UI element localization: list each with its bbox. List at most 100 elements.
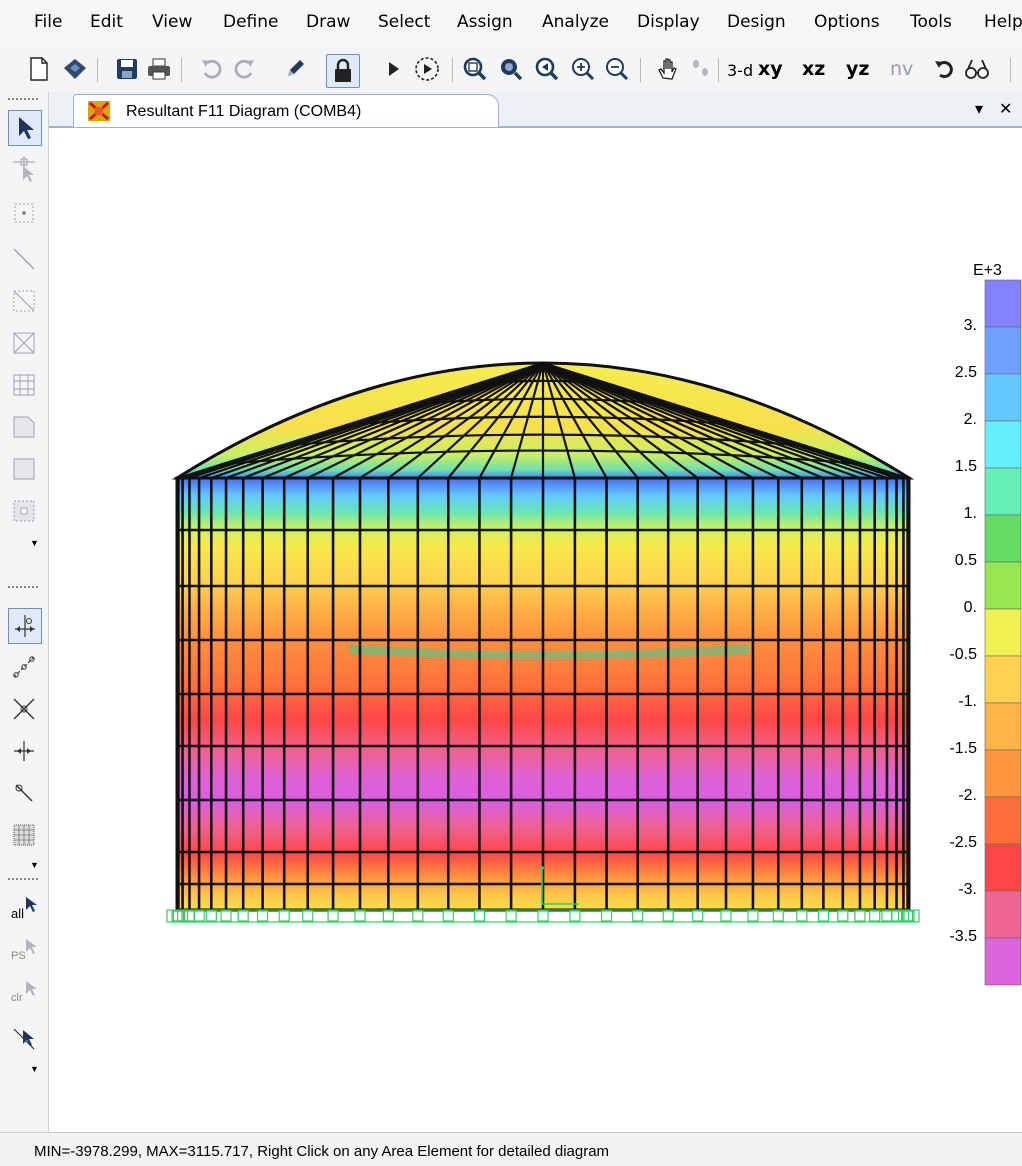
open-file-icon	[64, 59, 86, 79]
menu-select[interactable]: Select	[378, 12, 430, 32]
chevron-down-icon[interactable]: ▼	[30, 1064, 39, 1074]
view-nv-button[interactable]: nv	[890, 58, 913, 80]
diagram-window-icon	[88, 101, 110, 121]
snap-line-icon	[13, 656, 35, 678]
line-select-icon	[13, 1028, 35, 1050]
menu-view[interactable]: View	[152, 12, 192, 32]
chevron-down-icon[interactable]: ▼	[30, 538, 39, 548]
legend-label: -0.5	[949, 646, 977, 663]
new-file-icon	[30, 57, 48, 81]
view-xy-button[interactable]: xy	[758, 58, 783, 80]
open-button[interactable]	[60, 54, 90, 84]
view-3d-button[interactable]: 3-d	[727, 61, 753, 80]
menu-options[interactable]: Options	[814, 12, 880, 32]
draw-button[interactable]	[280, 54, 310, 84]
menu-file[interactable]: File	[34, 12, 62, 32]
snap-joints-button[interactable]	[8, 608, 42, 644]
clear-selection-button[interactable]: clr	[8, 978, 40, 1012]
snap-extension-button[interactable]	[8, 776, 40, 810]
legend-label: -2.	[958, 787, 977, 804]
zoom-out-button[interactable]	[602, 54, 632, 84]
draw-poly-area-button[interactable]	[8, 410, 40, 444]
legend-label: 2.5	[954, 364, 977, 381]
intersecting-line-select-button[interactable]	[8, 1022, 40, 1056]
lock-icon	[335, 58, 351, 82]
snap-grid-button[interactable]	[8, 818, 40, 852]
printer-icon	[148, 58, 170, 80]
rotate-view-button[interactable]	[930, 54, 960, 84]
rotate-icon	[935, 61, 953, 78]
get-previous-selection-button[interactable]: PS	[8, 936, 40, 970]
play-icon	[389, 62, 399, 76]
joint-icon	[14, 203, 34, 223]
view-xz-button[interactable]: xz	[802, 58, 825, 80]
select-all-button[interactable]: all	[8, 894, 40, 928]
menu-assign[interactable]: Assign	[457, 12, 513, 32]
draw-section-cut-button[interactable]	[8, 368, 40, 402]
restore-view-button[interactable]	[496, 54, 526, 84]
draw-joint-button[interactable]	[8, 196, 40, 230]
new-model-button[interactable]	[24, 54, 54, 84]
reshaper-tool-button[interactable]	[8, 152, 40, 186]
close-icon[interactable]: ✕	[999, 99, 1012, 119]
legend-label: 2.	[963, 411, 977, 428]
menu-display[interactable]: Display	[637, 12, 700, 32]
menu-analyze[interactable]: Analyze	[542, 12, 609, 32]
tab-list-dropdown-icon[interactable]: ▾	[975, 99, 983, 119]
previous-zoom-button[interactable]	[532, 54, 562, 84]
draw-rect-area-button[interactable]	[8, 452, 40, 486]
poly-area-icon	[13, 416, 35, 438]
pencil-icon	[288, 60, 304, 76]
draw-x-brace-button[interactable]	[8, 326, 40, 360]
view-yz-button[interactable]: yz	[846, 58, 869, 80]
redo-button[interactable]	[230, 54, 260, 84]
clear-selection-label: clr	[11, 992, 23, 1004]
chevron-down-icon[interactable]: ▼	[30, 860, 39, 870]
perspective-button[interactable]	[962, 54, 992, 84]
snap-perpendicular-button[interactable]	[8, 734, 40, 768]
legend-label: -3.5	[949, 928, 977, 945]
menu-bar: File Edit View Define Draw Select Assign…	[0, 0, 1022, 48]
legend-exponent: E+3	[973, 262, 1002, 279]
tank-model-diagram[interactable]	[49, 128, 1022, 1132]
pointer-small-icon	[26, 939, 37, 954]
hand-icon	[658, 58, 677, 80]
play-circle-icon	[415, 57, 439, 81]
legend-label: -3.	[958, 881, 977, 898]
snap-midpoints-button[interactable]	[8, 650, 40, 684]
lock-button[interactable]	[326, 54, 360, 88]
pointer-tool-button[interactable]	[8, 110, 42, 146]
main-toolbar: 3-d xy xz yz nv	[0, 48, 1022, 93]
zoom-full-icon	[501, 59, 523, 81]
run-now-button[interactable]	[412, 54, 442, 84]
menu-help[interactable]: Help	[984, 12, 1022, 32]
print-button[interactable]	[144, 54, 174, 84]
menu-tools[interactable]: Tools	[910, 12, 952, 32]
draw-frame-button[interactable]	[8, 242, 40, 276]
tab-resultant-diagram[interactable]: Resultant F11 Diagram (COMB4)	[73, 94, 499, 127]
draw-brace-button[interactable]	[8, 284, 40, 318]
pan-button[interactable]	[654, 54, 684, 84]
model-view-canvas[interactable]: E+3 3. 2.5 2. 1.5 1. 0.5 0. -0.5 -1. -1.5 -2. -2.5 -…	[49, 128, 1022, 1132]
status-bar: MIN=-3978.299, MAX=3115.717, Right Click…	[0, 1132, 1022, 1166]
glasses-icon	[965, 59, 989, 79]
snap-extension-icon	[15, 784, 33, 802]
x-brace-icon	[13, 332, 35, 354]
quick-draw-area-button[interactable]	[8, 494, 40, 528]
menu-edit[interactable]: Edit	[90, 12, 123, 32]
zoom-in-button[interactable]	[568, 54, 598, 84]
quick-area-icon	[13, 500, 35, 522]
menu-define[interactable]: Define	[223, 12, 279, 32]
contour-legend-bar	[984, 279, 1022, 986]
menu-draw[interactable]: Draw	[306, 12, 350, 32]
snap-intersection-icon	[13, 698, 35, 720]
run-analysis-button[interactable]	[378, 54, 408, 84]
undo-icon	[202, 59, 222, 79]
snap-intersections-button[interactable]	[8, 692, 40, 726]
rubber-band-zoom-button[interactable]	[460, 54, 490, 84]
undo-button[interactable]	[196, 54, 226, 84]
move-joints-button[interactable]	[686, 54, 716, 84]
save-button[interactable]	[112, 54, 142, 84]
pointer-small-icon	[26, 897, 37, 912]
menu-design[interactable]: Design	[727, 12, 786, 32]
